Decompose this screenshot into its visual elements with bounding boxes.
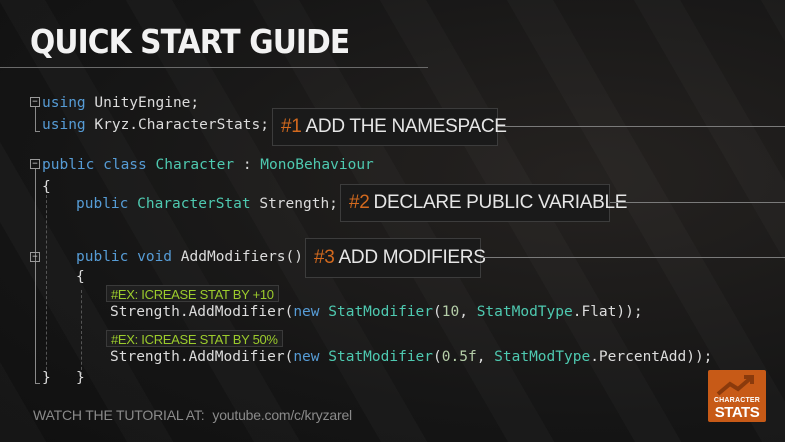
footer-label: WATCH THE TUTORIAL AT: xyxy=(33,407,205,423)
logo-line-1: CHARACTER xyxy=(713,397,761,404)
callout-add-modifiers: #3 ADD MODIFIERS xyxy=(305,238,486,278)
indent-guide xyxy=(46,190,47,380)
code-line-1: using UnityEngine; xyxy=(42,95,200,111)
callout-connector xyxy=(498,126,785,127)
example-tag-flat: #EX: ICREASE STAT BY +10 xyxy=(106,285,279,302)
fold-guide xyxy=(34,107,36,131)
code-line-11: } xyxy=(42,370,51,386)
code-line-7: { xyxy=(76,269,85,285)
code-line-2: using Kryz.CharacterStats; xyxy=(42,117,269,133)
example-tag-percent: #EX: ICREASE STAT BY 50% xyxy=(106,330,283,347)
code-line-10: } xyxy=(76,370,85,386)
code-line-5: public CharacterStat Strength; xyxy=(76,196,338,212)
collapse-icon[interactable]: − xyxy=(30,159,40,169)
character-stats-logo: CHARACTER STATS xyxy=(708,370,766,422)
code-line-9: Strength.AddModifier(new StatModifier(0.… xyxy=(110,349,713,365)
footer: WATCH THE TUTORIAL AT: youtube.com/c/kryz… xyxy=(33,407,352,423)
code-line-6: public void AddModifiers() xyxy=(76,249,303,265)
code-line-4: { xyxy=(42,179,51,195)
collapse-icon[interactable]: − xyxy=(30,252,40,262)
callout-connector xyxy=(610,202,785,203)
callout-add-namespace: #1 ADD THE NAMESPACE xyxy=(272,108,507,146)
fold-guide xyxy=(34,169,36,383)
callout-connector xyxy=(481,257,785,258)
fold-guide-end xyxy=(34,383,40,384)
callout-declare-variable: #2 DECLARE PUBLIC VARIABLE xyxy=(340,184,627,222)
indent-guide xyxy=(81,290,82,375)
tutorial-link[interactable]: youtube.com/c/kryzarel xyxy=(212,407,352,423)
code-line-8: Strength.AddModifier(new StatModifier(10… xyxy=(110,304,643,320)
collapse-icon[interactable]: − xyxy=(30,97,40,107)
code-line-3: public class Character : MonoBehaviour xyxy=(42,157,374,173)
fold-guide-end xyxy=(34,131,40,132)
stats-arrow-icon xyxy=(716,375,754,396)
logo-line-2: STATS xyxy=(714,404,760,421)
